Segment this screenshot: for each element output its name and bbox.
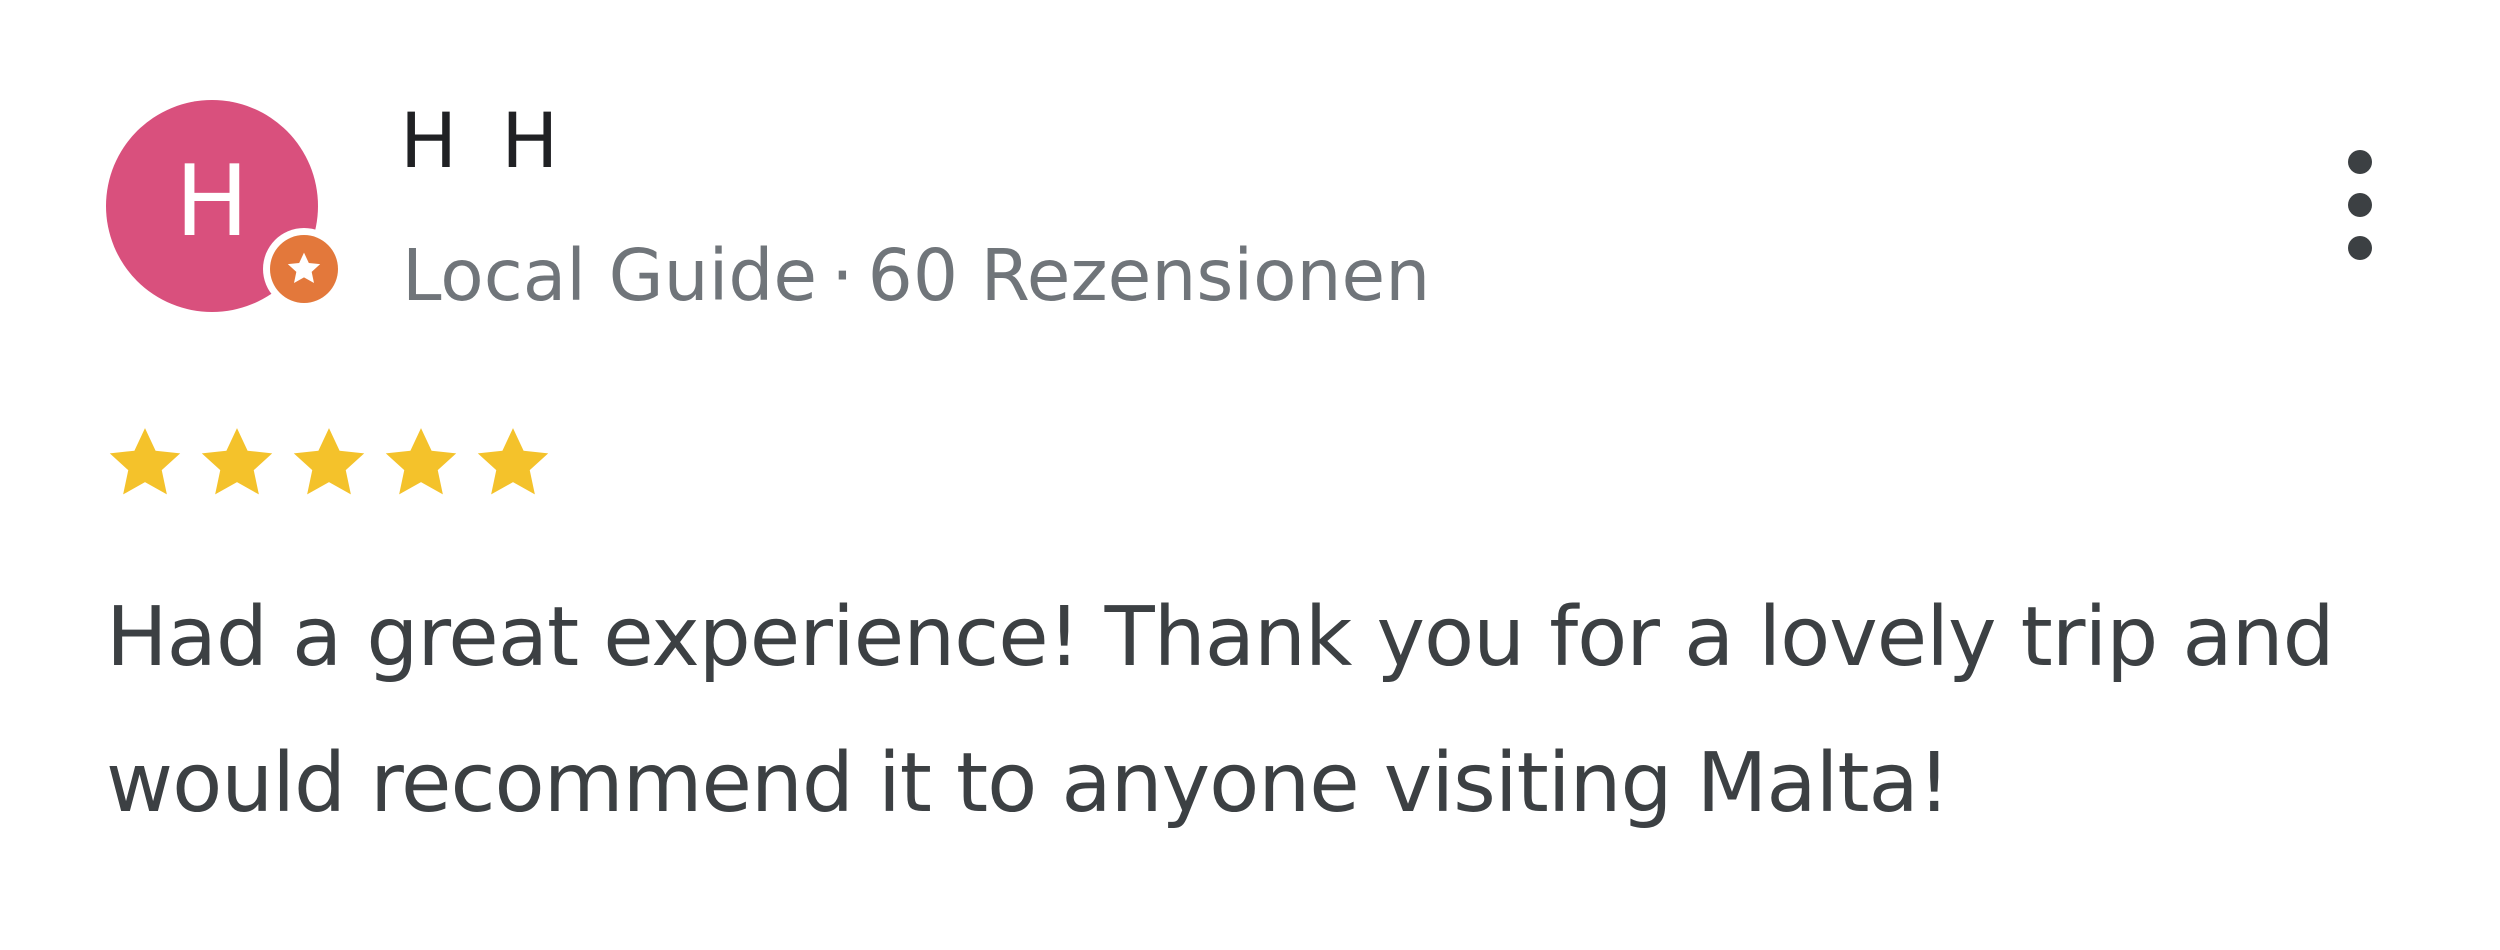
- star-rating: [104, 418, 564, 508]
- meta-separator: ·: [831, 234, 854, 317]
- star-icon: [477, 428, 549, 495]
- reviewer-name[interactable]: H H: [400, 103, 568, 179]
- review-text-line: would recommend it to anyone visiting Ma…: [106, 736, 1951, 831]
- star-icon: [385, 428, 457, 495]
- review-card: H H H Local Guide · 60 Rezensionen Had a g…: [0, 0, 2500, 950]
- more-vertical-icon: [2348, 150, 2372, 174]
- avatar-initial: H: [175, 145, 249, 259]
- review-text-line: Had a great experience! Thank you for a …: [106, 590, 2335, 685]
- reviews-count: 60 Rezensionen: [867, 234, 1431, 317]
- local-guide-star-icon: [270, 235, 338, 303]
- review-text: Had a great experience! Thank you for a …: [106, 565, 2466, 857]
- local-guide-badge: [263, 228, 345, 310]
- more-vertical-icon-dot: [2348, 193, 2372, 217]
- star-icon: [293, 428, 365, 495]
- star-icon: [109, 428, 181, 495]
- more-options-button[interactable]: [2330, 150, 2390, 260]
- star-icon: [201, 428, 273, 495]
- local-guide-label: Local Guide: [402, 234, 818, 317]
- reviewer-meta: Local Guide · 60 Rezensionen: [402, 240, 1430, 311]
- more-vertical-icon-dot: [2348, 236, 2372, 260]
